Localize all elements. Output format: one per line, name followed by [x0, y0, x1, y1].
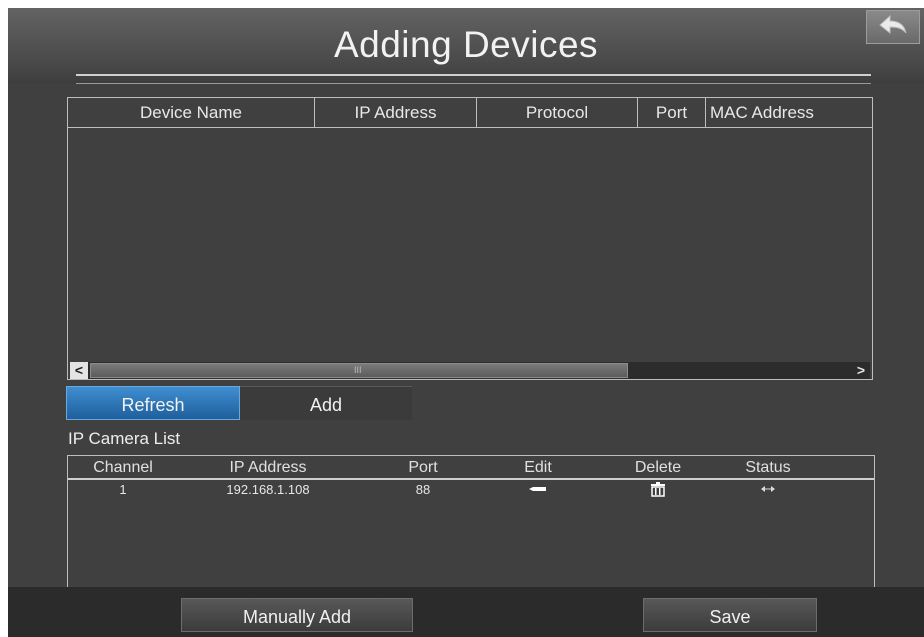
- col-delete: Delete: [634, 459, 682, 476]
- save-button[interactable]: Save: [643, 598, 817, 632]
- col-channel: Channel: [93, 459, 153, 476]
- camera-ip-address: 192.168.1.108: [226, 482, 310, 497]
- ip-camera-table: Channel IP Address Port Edit Delete Stat…: [67, 455, 875, 595]
- scroll-grip-icon: III: [354, 365, 362, 375]
- back-arrow-icon: [878, 14, 908, 41]
- camera-port: 88: [415, 482, 431, 497]
- scroll-thumb[interactable]: III: [90, 363, 628, 378]
- col-mac-address[interactable]: MAC Address: [706, 98, 872, 127]
- col-camera-ip: IP Address: [229, 459, 307, 476]
- edit-button[interactable]: [488, 482, 588, 500]
- camera-channel: 1: [119, 482, 127, 497]
- device-table-header: Device Name IP Address Protocol Port MAC…: [68, 98, 872, 128]
- connection-status-icon: [761, 482, 775, 497]
- scroll-right-button[interactable]: >: [852, 362, 870, 379]
- page-title: Adding Devices: [333, 24, 599, 65]
- horizontal-scrollbar[interactable]: < III >: [70, 362, 870, 379]
- col-port[interactable]: Port: [638, 98, 706, 127]
- title-divider: [76, 74, 871, 76]
- scroll-left-button[interactable]: <: [70, 362, 88, 379]
- col-camera-port: Port: [408, 459, 438, 476]
- delete-button[interactable]: [603, 482, 713, 500]
- refresh-button[interactable]: Refresh: [66, 386, 240, 420]
- col-edit: Edit: [524, 459, 552, 476]
- search-device-table[interactable]: Device Name IP Address Protocol Port MAC…: [67, 97, 873, 380]
- col-status: Status: [745, 459, 791, 476]
- manually-add-button[interactable]: Manually Add: [181, 598, 413, 632]
- status-indicator: [718, 482, 818, 500]
- col-device-name[interactable]: Device Name: [68, 98, 315, 127]
- adding-devices-window: Adding Devices Device Name IP Address Pr…: [8, 8, 924, 637]
- camera-table-header: Channel IP Address Port Edit Delete Stat…: [68, 456, 874, 480]
- title-bar: Adding Devices: [8, 8, 924, 84]
- col-protocol[interactable]: Protocol: [477, 98, 638, 127]
- trash-icon: [651, 482, 665, 500]
- bottom-bar: Manually Add Save: [8, 587, 924, 637]
- title-divider-thin: [76, 83, 871, 84]
- edit-icon: [529, 482, 547, 497]
- camera-row[interactable]: 1 192.168.1.108 88: [68, 482, 874, 500]
- back-button[interactable]: [866, 10, 920, 44]
- col-ip-address[interactable]: IP Address: [315, 98, 477, 127]
- add-button[interactable]: Add: [240, 386, 412, 420]
- ip-camera-list-label: IP Camera List: [68, 429, 181, 448]
